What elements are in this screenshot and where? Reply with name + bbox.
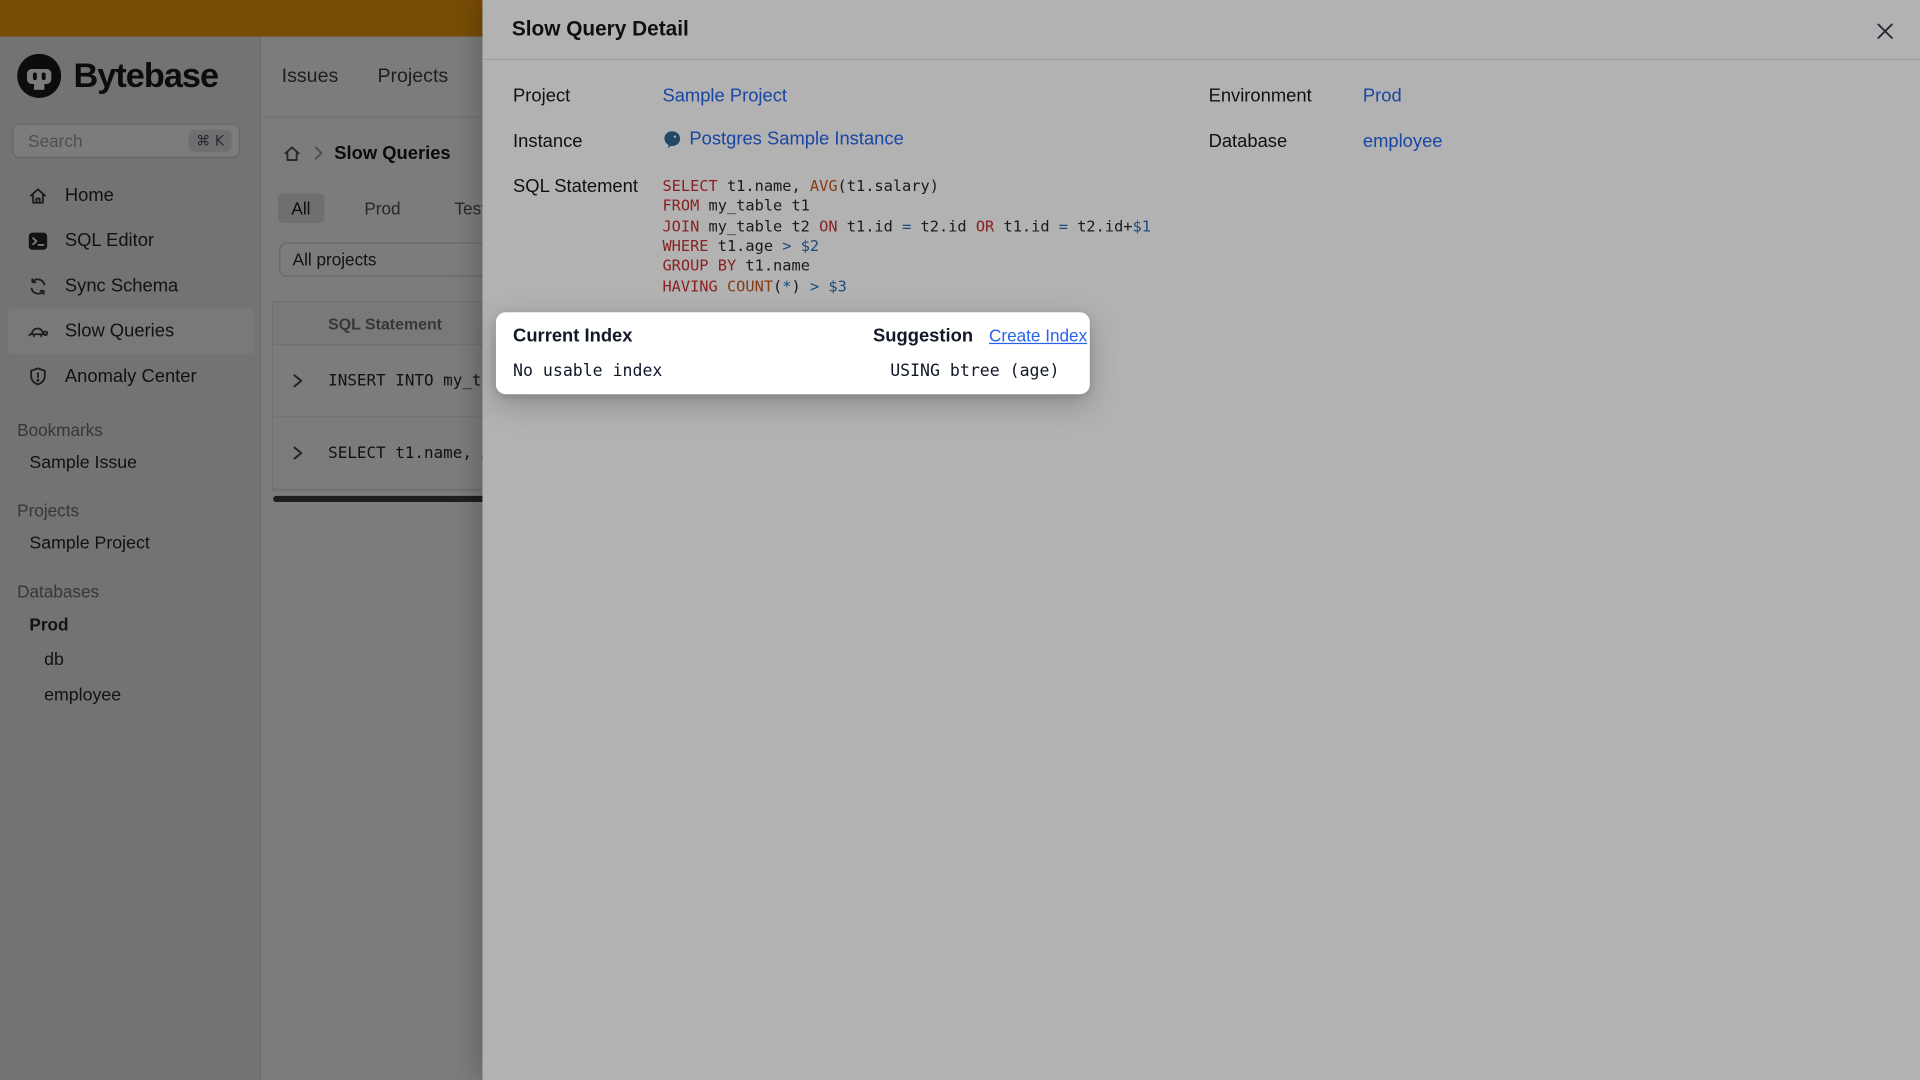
screen: Bytebase ⌘ K Home	[0, 0, 1920, 1080]
suggestion-label: Suggestion	[873, 325, 974, 346]
index-suggestion-popover: Current Index Suggestion Create Index No…	[495, 312, 1090, 395]
popover-backdrop[interactable]	[0, 0, 1920, 1080]
suggestion-value: USING btree (age)	[890, 361, 1060, 381]
current-index-label: Current Index	[513, 325, 633, 346]
popover-header-row: Current Index Suggestion Create Index	[513, 322, 1087, 349]
create-index-link[interactable]: Create Index	[989, 326, 1087, 346]
current-index-value: No usable index	[513, 361, 663, 381]
popover-value-row: No usable index USING btree (age)	[513, 358, 1073, 385]
